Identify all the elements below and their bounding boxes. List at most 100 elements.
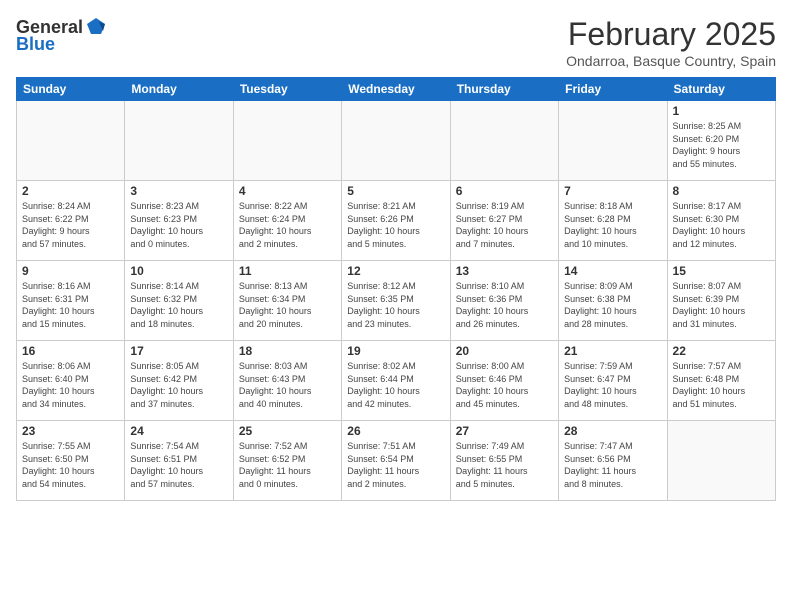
- day-number: 5: [347, 184, 444, 198]
- calendar-cell: [559, 101, 667, 181]
- day-info: Sunrise: 8:02 AMSunset: 6:44 PMDaylight:…: [347, 360, 444, 410]
- day-info: Sunrise: 7:55 AMSunset: 6:50 PMDaylight:…: [22, 440, 119, 490]
- day-number: 18: [239, 344, 336, 358]
- day-number: 23: [22, 424, 119, 438]
- calendar-cell: 14Sunrise: 8:09 AMSunset: 6:38 PMDayligh…: [559, 261, 667, 341]
- calendar-cell: [17, 101, 125, 181]
- calendar-cell: 16 Sunrise: 8:06 AMSunset: 6:40 PMDayligh…: [17, 341, 125, 421]
- calendar-week-4: 23 Sunrise: 7:55 AMSunset: 6:50 PMDayligh…: [17, 421, 776, 501]
- calendar-cell: 27 Sunrise: 7:49 AMSunset: 6:55 PMDayligh…: [450, 421, 558, 501]
- day-number: 1: [673, 104, 770, 118]
- day-info: Sunrise: 7:49 AMSunset: 6:55 PMDaylight:…: [456, 440, 553, 490]
- calendar-cell: 11Sunrise: 8:13 AMSunset: 6:34 PMDayligh…: [233, 261, 341, 341]
- day-number: 17: [130, 344, 227, 358]
- day-number: 21: [564, 344, 661, 358]
- calendar-cell: [342, 101, 450, 181]
- header-saturday: Saturday: [667, 78, 775, 101]
- day-info: Sunrise: 7:52 AMSunset: 6:52 PMDaylight:…: [239, 440, 336, 490]
- day-info: Sunrise: 8:21 AMSunset: 6:26 PMDaylight:…: [347, 200, 444, 250]
- day-number: 9: [22, 264, 119, 278]
- day-info: Sunrise: 8:07 AMSunset: 6:39 PMDaylight:…: [673, 280, 770, 330]
- day-number: 27: [456, 424, 553, 438]
- day-number: 15: [673, 264, 770, 278]
- calendar-week-2: 9 Sunrise: 8:16 AMSunset: 6:31 PMDaylight…: [17, 261, 776, 341]
- calendar-cell: 9 Sunrise: 8:16 AMSunset: 6:31 PMDaylight…: [17, 261, 125, 341]
- day-info: Sunrise: 7:51 AMSunset: 6:54 PMDaylight:…: [347, 440, 444, 490]
- calendar-week-3: 16 Sunrise: 8:06 AMSunset: 6:40 PMDayligh…: [17, 341, 776, 421]
- header-wednesday: Wednesday: [342, 78, 450, 101]
- page: General Blue February 2025 Ondarroa, Bas…: [0, 0, 792, 612]
- calendar-cell: 21 Sunrise: 7:59 AMSunset: 6:47 PMDayligh…: [559, 341, 667, 421]
- logo: General Blue: [16, 16, 107, 55]
- day-number: 3: [130, 184, 227, 198]
- day-info: Sunrise: 8:19 AMSunset: 6:27 PMDaylight:…: [456, 200, 553, 250]
- calendar-cell: 2 Sunrise: 8:24 AMSunset: 6:22 PMDaylight…: [17, 181, 125, 261]
- calendar-cell: 4 Sunrise: 8:22 AMSunset: 6:24 PMDaylight…: [233, 181, 341, 261]
- calendar-cell: 7 Sunrise: 8:18 AMSunset: 6:28 PMDaylight…: [559, 181, 667, 261]
- day-info: Sunrise: 8:17 AMSunset: 6:30 PMDaylight:…: [673, 200, 770, 250]
- calendar-cell: 12 Sunrise: 8:12 AMSunset: 6:35 PMDayligh…: [342, 261, 450, 341]
- day-number: 20: [456, 344, 553, 358]
- day-number: 13: [456, 264, 553, 278]
- header: General Blue February 2025 Ondarroa, Bas…: [16, 16, 776, 69]
- day-number: 16: [22, 344, 119, 358]
- day-number: 19: [347, 344, 444, 358]
- calendar-cell: 15 Sunrise: 8:07 AMSunset: 6:39 PMDayligh…: [667, 261, 775, 341]
- calendar-cell: 23 Sunrise: 7:55 AMSunset: 6:50 PMDayligh…: [17, 421, 125, 501]
- day-number: 4: [239, 184, 336, 198]
- header-tuesday: Tuesday: [233, 78, 341, 101]
- day-info: Sunrise: 8:14 AMSunset: 6:32 PMDaylight:…: [130, 280, 227, 330]
- calendar-cell: 19 Sunrise: 8:02 AMSunset: 6:44 PMDayligh…: [342, 341, 450, 421]
- header-monday: Monday: [125, 78, 233, 101]
- calendar-cell: 24Sunrise: 7:54 AMSunset: 6:51 PMDayligh…: [125, 421, 233, 501]
- calendar-cell: 8 Sunrise: 8:17 AMSunset: 6:30 PMDaylight…: [667, 181, 775, 261]
- calendar: Sunday Monday Tuesday Wednesday Thursday…: [16, 77, 776, 501]
- day-info: Sunrise: 8:03 AMSunset: 6:43 PMDaylight:…: [239, 360, 336, 410]
- weekday-header-row: Sunday Monday Tuesday Wednesday Thursday…: [17, 78, 776, 101]
- month-title: February 2025: [566, 16, 776, 53]
- day-number: 6: [456, 184, 553, 198]
- day-info: Sunrise: 7:47 AMSunset: 6:56 PMDaylight:…: [564, 440, 661, 490]
- header-friday: Friday: [559, 78, 667, 101]
- day-info: Sunrise: 8:12 AMSunset: 6:35 PMDaylight:…: [347, 280, 444, 330]
- day-info: Sunrise: 8:16 AMSunset: 6:31 PMDaylight:…: [22, 280, 119, 330]
- calendar-cell: 26 Sunrise: 7:51 AMSunset: 6:54 PMDayligh…: [342, 421, 450, 501]
- day-number: 7: [564, 184, 661, 198]
- calendar-cell: 17 Sunrise: 8:05 AMSunset: 6:42 PMDayligh…: [125, 341, 233, 421]
- logo-icon: [85, 16, 107, 38]
- calendar-cell: 5 Sunrise: 8:21 AMSunset: 6:26 PMDaylight…: [342, 181, 450, 261]
- day-info: Sunrise: 8:24 AMSunset: 6:22 PMDaylight:…: [22, 200, 119, 250]
- calendar-cell: 25Sunrise: 7:52 AMSunset: 6:52 PMDayligh…: [233, 421, 341, 501]
- calendar-cell: 18 Sunrise: 8:03 AMSunset: 6:43 PMDayligh…: [233, 341, 341, 421]
- day-number: 26: [347, 424, 444, 438]
- logo-blue-text: Blue: [16, 34, 55, 55]
- day-info: Sunrise: 8:10 AMSunset: 6:36 PMDaylight:…: [456, 280, 553, 330]
- title-block: February 2025 Ondarroa, Basque Country, …: [566, 16, 776, 69]
- day-info: Sunrise: 7:59 AMSunset: 6:47 PMDaylight:…: [564, 360, 661, 410]
- calendar-cell: 13 Sunrise: 8:10 AMSunset: 6:36 PMDayligh…: [450, 261, 558, 341]
- day-info: Sunrise: 8:22 AMSunset: 6:24 PMDaylight:…: [239, 200, 336, 250]
- day-number: 28: [564, 424, 661, 438]
- day-info: Sunrise: 8:18 AMSunset: 6:28 PMDaylight:…: [564, 200, 661, 250]
- header-sunday: Sunday: [17, 78, 125, 101]
- calendar-cell: 28 Sunrise: 7:47 AMSunset: 6:56 PMDayligh…: [559, 421, 667, 501]
- day-info: Sunrise: 8:00 AMSunset: 6:46 PMDaylight:…: [456, 360, 553, 410]
- day-number: 8: [673, 184, 770, 198]
- day-number: 22: [673, 344, 770, 358]
- calendar-cell: 6 Sunrise: 8:19 AMSunset: 6:27 PMDaylight…: [450, 181, 558, 261]
- location: Ondarroa, Basque Country, Spain: [566, 53, 776, 69]
- calendar-cell: 1Sunrise: 8:25 AMSunset: 6:20 PMDaylight…: [667, 101, 775, 181]
- day-info: Sunrise: 7:54 AMSunset: 6:51 PMDaylight:…: [130, 440, 227, 490]
- day-number: 12: [347, 264, 444, 278]
- calendar-cell: [233, 101, 341, 181]
- day-number: 2: [22, 184, 119, 198]
- day-info: Sunrise: 8:05 AMSunset: 6:42 PMDaylight:…: [130, 360, 227, 410]
- day-number: 10: [130, 264, 227, 278]
- day-info: Sunrise: 8:06 AMSunset: 6:40 PMDaylight:…: [22, 360, 119, 410]
- calendar-cell: 20 Sunrise: 8:00 AMSunset: 6:46 PMDayligh…: [450, 341, 558, 421]
- header-thursday: Thursday: [450, 78, 558, 101]
- calendar-cell: [125, 101, 233, 181]
- calendar-cell: [667, 421, 775, 501]
- day-info: Sunrise: 8:13 AMSunset: 6:34 PMDaylight:…: [239, 280, 336, 330]
- day-number: 14: [564, 264, 661, 278]
